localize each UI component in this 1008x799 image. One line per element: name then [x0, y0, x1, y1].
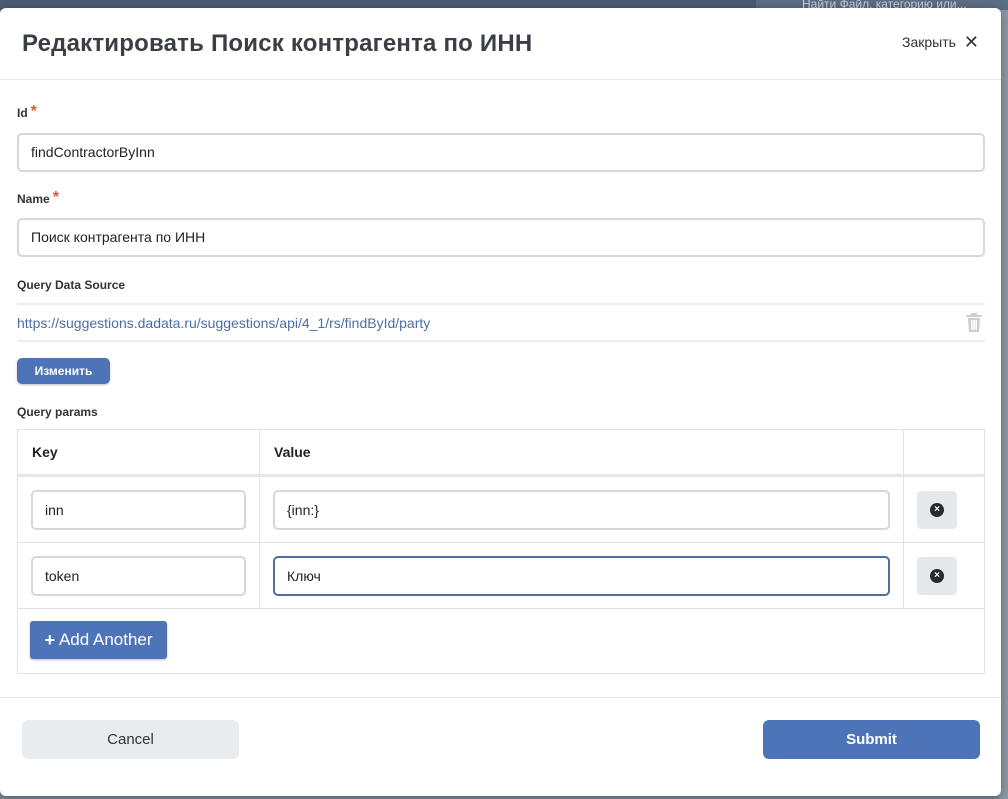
data-source-row: https://suggestions.dadata.ru/suggestion…: [17, 303, 985, 342]
query-params-table: Key Value inn {inn:} × token Ключ × + Ad…: [17, 429, 985, 674]
id-label: Id *: [17, 103, 37, 121]
add-another-button[interactable]: + Add Another: [30, 621, 167, 659]
edit-modal: Редактировать Поиск контрагента по ИНН З…: [0, 8, 1001, 796]
remove-row-button[interactable]: ×: [917, 490, 957, 529]
modal-footer: Cancel Submit: [0, 697, 1001, 796]
key-input[interactable]: token: [31, 555, 246, 596]
data-source-link[interactable]: https://suggestions.dadata.ru/suggestion…: [17, 315, 430, 331]
cancel-button[interactable]: Cancel: [22, 720, 239, 759]
value-input[interactable]: Ключ: [273, 555, 890, 596]
required-mark: *: [52, 189, 59, 206]
key-cell: inn: [18, 477, 260, 542]
value-cell: Ключ: [260, 543, 904, 608]
change-data-source-button[interactable]: Изменить: [17, 358, 110, 384]
action-cell: ×: [904, 477, 984, 542]
key-input[interactable]: inn: [31, 489, 246, 530]
column-header-key: Key: [18, 430, 260, 474]
table-row: inn {inn:} ×: [18, 477, 984, 543]
table-row: token Ключ ×: [18, 543, 984, 609]
name-label-text: Name: [17, 192, 50, 206]
modal-title: Редактировать Поиск контрагента по ИНН: [22, 30, 533, 57]
trash-icon[interactable]: [965, 312, 983, 333]
key-cell: token: [18, 543, 260, 608]
name-label: Name *: [17, 189, 59, 207]
id-label-text: Id: [17, 106, 28, 120]
remove-row-button[interactable]: ×: [917, 556, 957, 595]
close-label: Закрыть: [901, 34, 956, 50]
plus-icon: +: [44, 629, 55, 650]
action-cell: ×: [904, 543, 984, 608]
column-header-actions: [904, 430, 984, 474]
name-input[interactable]: Поиск контрагента по ИНН: [17, 218, 985, 257]
add-another-label: Add Another: [58, 630, 153, 649]
remove-icon: ×: [930, 502, 944, 517]
required-mark: *: [30, 103, 37, 120]
column-header-value: Value: [260, 430, 904, 474]
submit-button[interactable]: Submit: [763, 720, 980, 759]
data-source-label: Query Data Source: [17, 278, 126, 292]
table-header: Key Value: [18, 430, 984, 477]
close-button[interactable]: Закрыть ✕: [901, 32, 979, 52]
id-input[interactable]: findContractorByInn: [17, 133, 985, 172]
value-cell: {inn:}: [260, 477, 904, 542]
value-input[interactable]: {inn:}: [273, 489, 890, 530]
remove-icon: ×: [930, 568, 944, 583]
modal-header: Редактировать Поиск контрагента по ИНН З…: [0, 8, 1001, 80]
query-params-label: Query params: [17, 405, 98, 419]
close-icon: ✕: [963, 32, 979, 52]
